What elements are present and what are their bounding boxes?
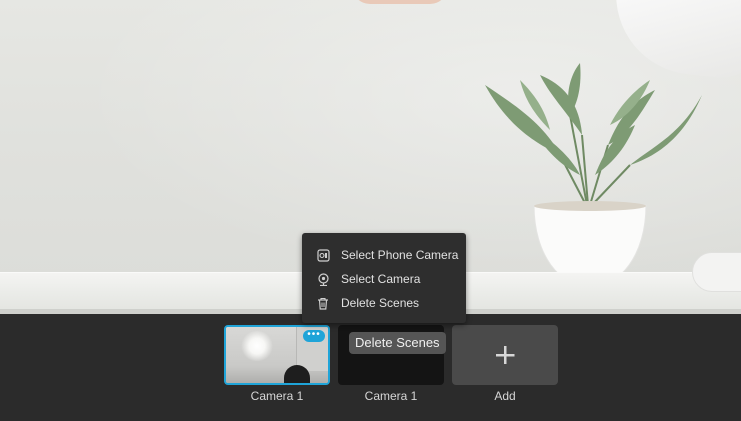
- menu-item-delete-scenes[interactable]: Delete Scenes: [302, 291, 466, 315]
- menu-item-select-camera[interactable]: Select Camera: [302, 267, 466, 291]
- scene-label: Camera 1: [364, 389, 418, 403]
- more-options-icon[interactable]: •••: [303, 330, 325, 342]
- scene-label: Camera 1: [250, 389, 304, 403]
- menu-item-select-phone-camera[interactable]: Select Phone Camera: [302, 243, 466, 267]
- lamp-base: [692, 252, 741, 292]
- menu-item-label: Delete Scenes: [341, 296, 420, 310]
- phone-camera-icon: [316, 248, 330, 262]
- scene-context-menu: Select Phone Camera Select Camera Delete…: [302, 233, 466, 323]
- ceiling-object: [352, 0, 448, 4]
- webcam-icon: [316, 272, 330, 286]
- scene-thumbnail-camera-1[interactable]: •••: [224, 325, 330, 385]
- add-scene-button[interactable]: [452, 325, 558, 385]
- trash-icon: [316, 296, 330, 310]
- plus-icon: [496, 346, 515, 364]
- scene-bar: ••• Camera 1 Camera 1 Add: [0, 314, 741, 421]
- potted-plant: [485, 63, 702, 288]
- menu-item-label: Select Camera: [341, 272, 421, 286]
- menu-item-label: Select Phone Camera: [341, 248, 459, 262]
- add-scene-label: Add: [494, 389, 516, 403]
- delete-scenes-tooltip: Delete Scenes: [349, 332, 446, 354]
